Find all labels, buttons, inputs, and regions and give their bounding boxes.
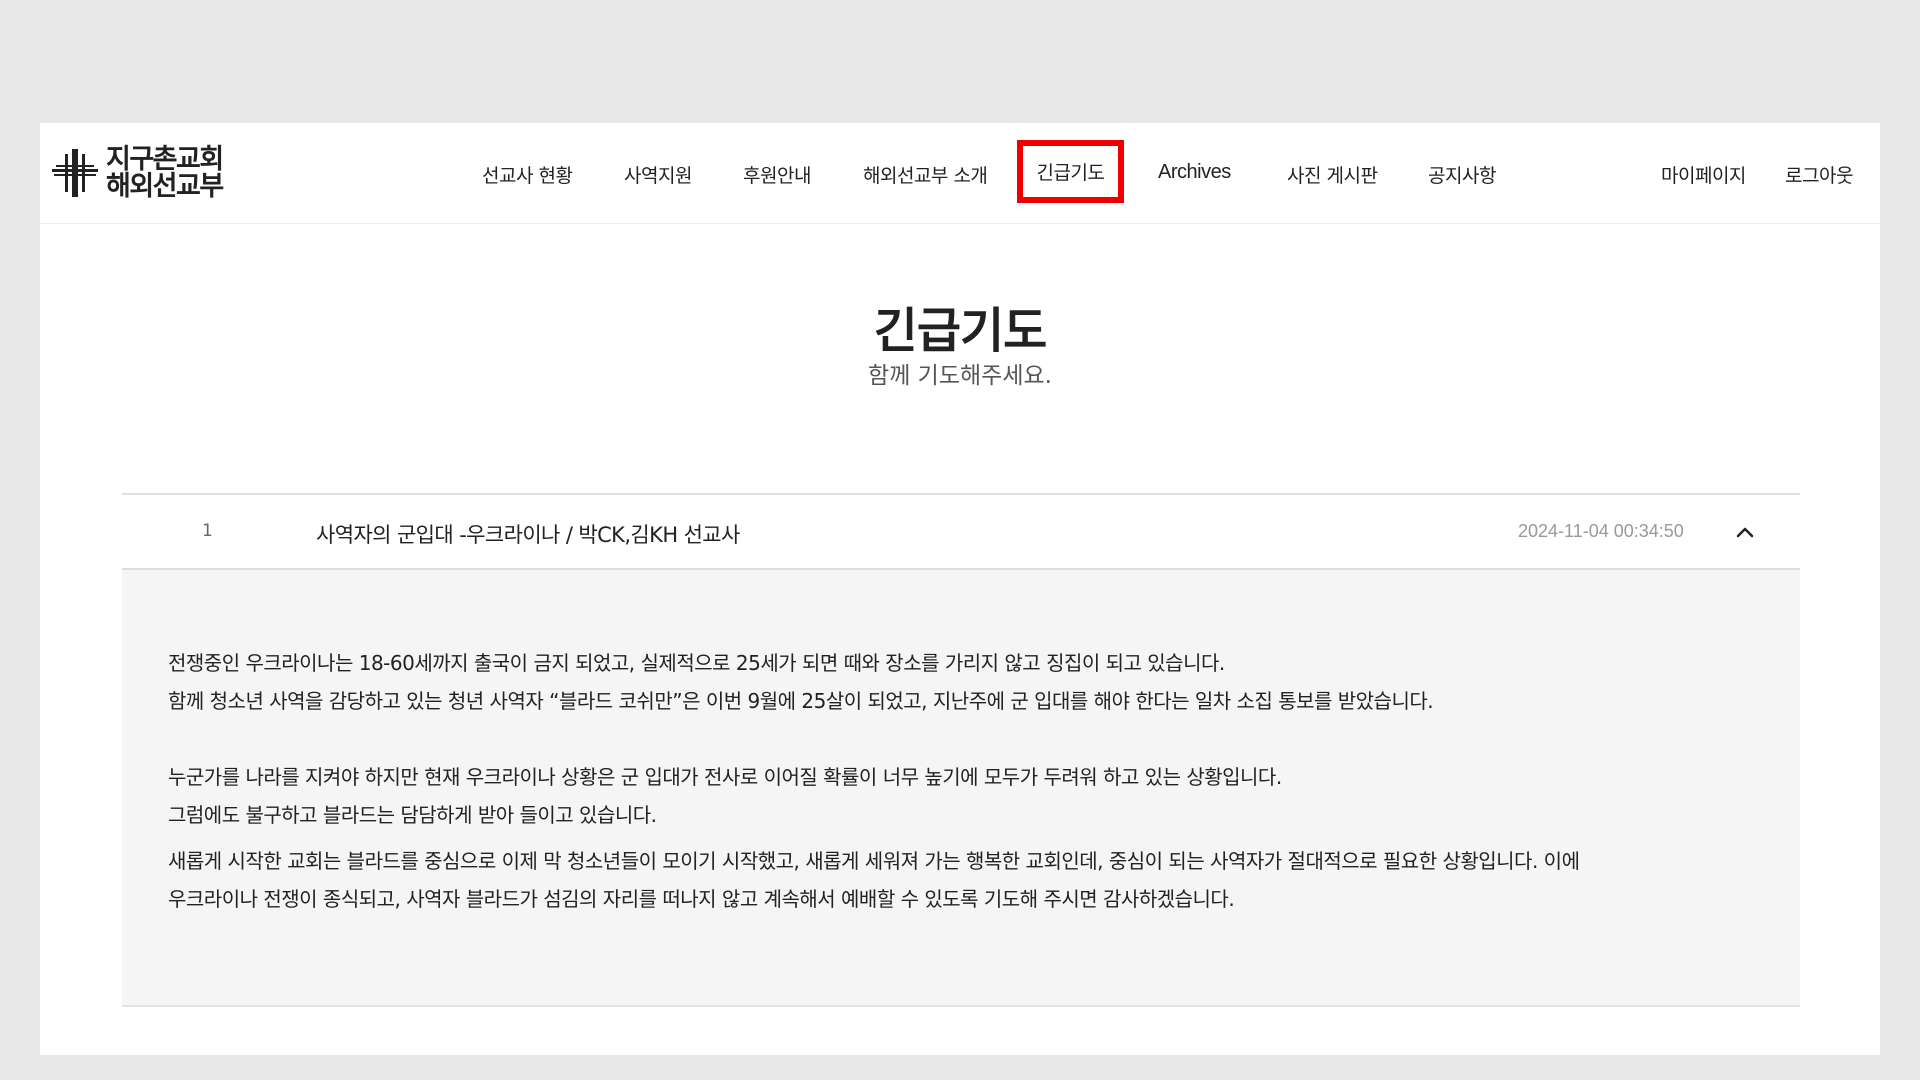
nav-missionary-status[interactable]: 선교사 현황 xyxy=(482,161,573,187)
nav-photo-board[interactable]: 사진 게시판 xyxy=(1287,161,1378,187)
nav-ministry-support[interactable]: 사역지원 xyxy=(624,161,692,187)
nav-archives[interactable]: Archives xyxy=(1158,161,1231,187)
content-line: 전쟁중인 우크라이나는 18-60세까지 출국이 금지 되었고, 실제적으로 2… xyxy=(168,651,1225,675)
content-line: 누군가를 나라를 지켜야 하지만 현재 우크라이나 상황은 군 입대가 전사로 … xyxy=(168,765,1282,789)
site-header: 지구촌교회 해외선교부 선교사 현황 사역지원 후원안내 해외선교부 소개 긴급… xyxy=(40,123,1880,224)
chevron-up-icon[interactable] xyxy=(1732,519,1758,545)
page-container: 지구촌교회 해외선교부 선교사 현황 사역지원 후원안내 해외선교부 소개 긴급… xyxy=(40,123,1880,1055)
page-subtitle: 함께 기도해주세요. xyxy=(868,363,1052,389)
row-date: 2024-11-04 00:34:50 xyxy=(1518,521,1684,541)
mypage-link[interactable]: 마이페이지 xyxy=(1661,161,1746,187)
content-line: 새롭게 시작한 교회는 블라드를 중심으로 이제 막 청소년들이 모이기 시작했… xyxy=(168,849,1580,873)
nav-about-missions[interactable]: 해외선교부 소개 xyxy=(863,161,988,187)
row-title[interactable]: 사역자의 군입대 -우크라이나 / 박CK,김KH 선교사 xyxy=(316,519,740,549)
row-content-panel: 전쟁중인 우크라이나는 18-60세까지 출국이 금지 되었고, 실제적으로 2… xyxy=(122,570,1800,1007)
logout-link[interactable]: 로그아웃 xyxy=(1785,161,1853,187)
nav-notices[interactable]: 공지사항 xyxy=(1428,161,1496,187)
prayer-board: 1 사역자의 군입대 -우크라이나 / 박CK,김KH 선교사 2024-11-… xyxy=(122,493,1800,1007)
nav-sponsorship-info[interactable]: 후원안내 xyxy=(743,161,811,187)
content-line: 우크라이나 전쟁이 종식되고, 사역자 블라드가 섬김의 자리를 떠나지 않고 … xyxy=(168,887,1235,911)
page-title: 긴급기도 xyxy=(873,303,1048,359)
row-number: 1 xyxy=(202,521,213,541)
content-line: 함께 청소년 사역을 감당하고 있는 청년 사역자 “블라드 코쉬만”은 이번 … xyxy=(168,689,1434,713)
content-line: 그럼에도 불구하고 블라드는 담담하게 받아 들이고 있습니다. xyxy=(168,803,657,827)
nav-urgent-prayer[interactable]: 긴급기도 xyxy=(1017,140,1124,203)
main-nav: 선교사 현황 사역지원 후원안내 해외선교부 소개 긴급기도 Archives … xyxy=(40,123,1880,224)
board-row[interactable]: 1 사역자의 군입대 -우크라이나 / 박CK,김KH 선교사 2024-11-… xyxy=(122,495,1800,570)
